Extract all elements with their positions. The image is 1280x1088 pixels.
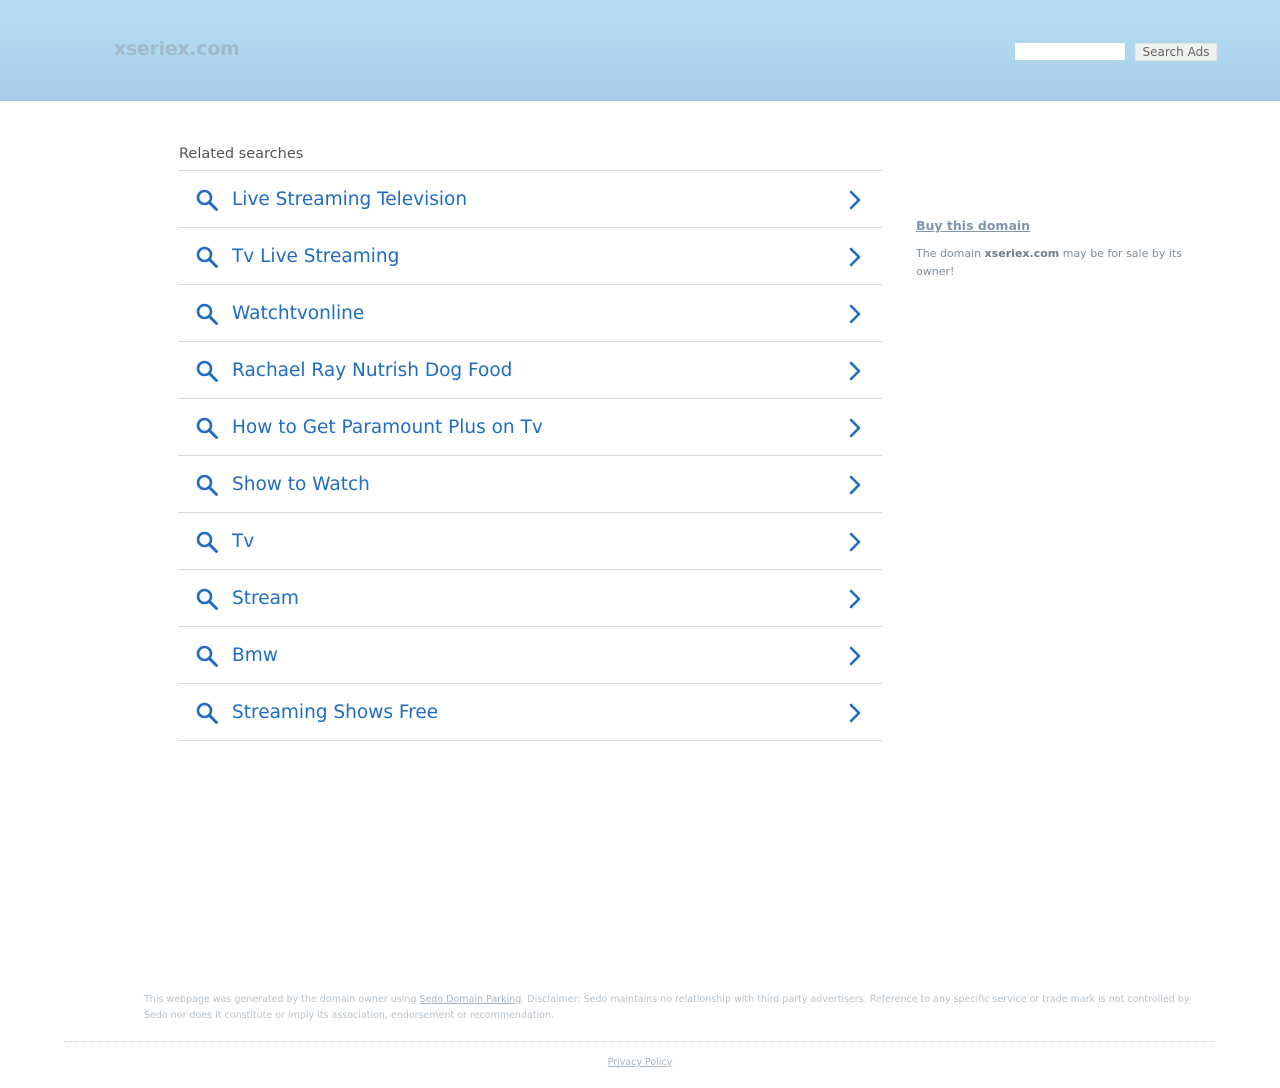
search-icon [195, 644, 219, 668]
search-input[interactable] [1015, 43, 1125, 60]
search-icon [195, 302, 219, 326]
domain-sale-prefix: The domain [916, 247, 985, 260]
related-search-label: Stream [232, 588, 299, 609]
footer-divider [64, 1041, 1214, 1042]
search-icon [195, 587, 219, 611]
domain-name: xseriex.com [984, 247, 1060, 260]
site-logo[interactable]: xseriex.com [114, 38, 240, 60]
related-search-item[interactable]: Streaming Shows Free [178, 684, 883, 741]
related-search-item[interactable]: Live Streaming Television [178, 171, 883, 228]
disclaimer: This webpage was generated by the domain… [144, 992, 1194, 1024]
chevron-right-icon [848, 645, 862, 667]
related-search-item[interactable]: Tv Live Streaming [178, 228, 883, 285]
related-search-item[interactable]: Watchtvonline [178, 285, 883, 342]
domain-sale-text: The domain xseriex.com may be for sale b… [916, 245, 1206, 281]
chevron-right-icon [848, 189, 862, 211]
search-icon [195, 473, 219, 497]
related-search-label: Bmw [232, 645, 278, 666]
search-icon [195, 359, 219, 383]
related-searches-title: Related searches [179, 146, 304, 162]
search-icon [195, 530, 219, 554]
related-search-label: Tv Live Streaming [232, 246, 400, 267]
disclaimer-prefix: This webpage was generated by the domain… [144, 994, 420, 1005]
related-search-item[interactable]: Stream [178, 570, 883, 627]
privacy-policy-link[interactable]: Privacy Policy [608, 1057, 673, 1068]
search-ads-button[interactable]: Search Ads [1135, 43, 1217, 61]
chevron-right-icon [848, 531, 862, 553]
related-search-label: Show to Watch [232, 474, 370, 495]
privacy-footer: Privacy Policy [0, 1057, 1280, 1068]
chevron-right-icon [848, 303, 862, 325]
chevron-right-icon [848, 246, 862, 268]
header: xseriex.com Search Ads [0, 0, 1280, 101]
chevron-right-icon [848, 588, 862, 610]
related-search-item[interactable]: Rachael Ray Nutrish Dog Food [178, 342, 883, 399]
related-search-label: Rachael Ray Nutrish Dog Food [232, 360, 513, 381]
search-icon [195, 245, 219, 269]
related-search-label: Tv [232, 531, 255, 552]
related-search-item[interactable]: Tv [178, 513, 883, 570]
sedo-parking-link[interactable]: Sedo Domain Parking [419, 994, 521, 1005]
related-search-item[interactable]: Bmw [178, 627, 883, 684]
chevron-right-icon [848, 702, 862, 724]
chevron-right-icon [848, 474, 862, 496]
related-search-label: How to Get Paramount Plus on Tv [232, 417, 543, 438]
related-searches-list: Live Streaming Television Tv Live Streami… [178, 170, 883, 741]
related-search-item[interactable]: How to Get Paramount Plus on Tv [178, 399, 883, 456]
related-search-label: Live Streaming Television [232, 189, 468, 210]
buy-domain-link[interactable]: Buy this domain [916, 218, 1030, 233]
related-search-item[interactable]: Show to Watch [178, 456, 883, 513]
chevron-right-icon [848, 360, 862, 382]
search-icon [195, 701, 219, 725]
chevron-right-icon [848, 417, 862, 439]
search-icon [195, 416, 219, 440]
related-search-label: Streaming Shows Free [232, 702, 439, 723]
related-search-label: Watchtvonline [232, 303, 365, 324]
search-icon [195, 188, 219, 212]
